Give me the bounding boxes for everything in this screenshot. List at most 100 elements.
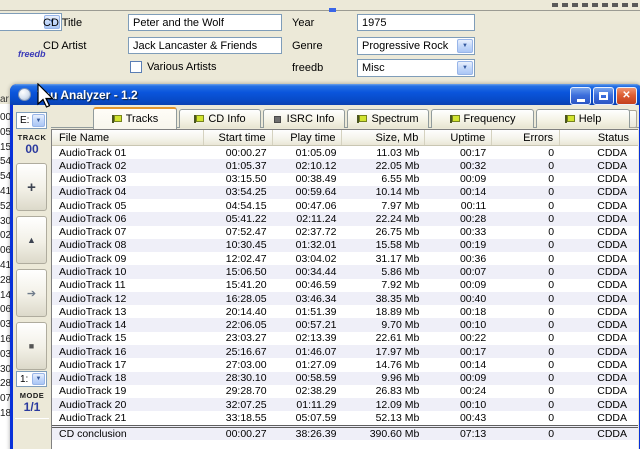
table-row[interactable]: AudioTrack 1828:30.1000:58.599.96 Mb00:0… (52, 372, 638, 385)
cd-artist-input[interactable]: Jack Lancaster & Friends (128, 37, 282, 54)
genre-select[interactable]: Progressive Rock ▼ (357, 37, 475, 55)
cell: AudioTrack 15 (52, 332, 204, 344)
cell: CDDA (560, 239, 638, 251)
summary-row[interactable]: CD conclusion00:00.2738:26.39390.60 Mb07… (52, 425, 638, 440)
tab-spectrum[interactable]: Spectrum (347, 109, 429, 128)
table-row[interactable]: AudioTrack 0201:05.3702:10.1222.05 Mb00:… (52, 159, 638, 172)
table-row[interactable]: AudioTrack 0810:30.4501:32.0115.58 Mb00:… (52, 239, 638, 252)
cell: 9.70 Mb (342, 319, 425, 331)
table-row[interactable]: AudioTrack 2032:07.2501:11.2912.09 Mb00:… (52, 398, 638, 411)
speed-select[interactable]: 1: ▼ (16, 371, 47, 387)
column-header-errors[interactable]: Errors (492, 130, 560, 145)
cell: 0 (492, 226, 560, 238)
cell: 00:36 (425, 253, 492, 265)
table-row[interactable]: AudioTrack 1523:03.2702:13.3922.61 Mb00:… (52, 332, 638, 345)
various-artists-checkbox[interactable] (130, 61, 142, 73)
cell: 0 (492, 186, 560, 198)
cell: CDDA (560, 160, 638, 172)
tab-cd-info[interactable]: CD Info (179, 109, 261, 128)
stop-button[interactable]: ■ (16, 322, 47, 370)
clipped-track-time: 14 (0, 290, 10, 301)
cell: 14.76 Mb (342, 359, 425, 371)
column-header-start-time[interactable]: Start time (204, 130, 273, 145)
close-button[interactable]: ✕ (616, 87, 637, 105)
chevron-down-icon[interactable]: ▼ (457, 61, 473, 75)
table-row[interactable]: AudioTrack 0403:54.2500:59.6410.14 Mb00:… (52, 186, 638, 199)
maximize-button[interactable] (593, 87, 614, 105)
table-row[interactable]: AudioTrack 0504:54.1500:47.067.97 Mb00:1… (52, 199, 638, 212)
cell: 0 (492, 372, 560, 384)
cell: 03:15.50 (204, 173, 273, 185)
cell: 0 (492, 253, 560, 265)
cell: 11.03 Mb (342, 147, 425, 159)
cell: 00:10 (425, 399, 492, 411)
year-input[interactable]: 1975 (357, 14, 475, 31)
tab-label: Help (579, 113, 602, 125)
titlebar[interactable]: Tau Analyzer - 1.2 ✕ (10, 84, 640, 105)
clipped-track-time: 54 (0, 156, 10, 167)
cell: CDDA (560, 279, 638, 291)
column-header-uptime[interactable]: Uptime (425, 130, 492, 145)
cell: 0 (492, 200, 560, 212)
cd-artist-label: CD Artist (43, 40, 86, 52)
eject-button[interactable]: ▲ (16, 216, 47, 264)
cell: 26.75 Mb (342, 226, 425, 238)
table-row[interactable]: AudioTrack 1115:41.2000:46.597.92 Mb00:0… (52, 279, 638, 292)
cell: 38.35 Mb (342, 293, 425, 305)
column-header-file-name[interactable]: File Name (52, 130, 204, 145)
track-number: 00 (13, 142, 51, 156)
cell: 5.86 Mb (342, 266, 425, 278)
cell: 15:41.20 (204, 279, 273, 291)
minimize-button[interactable] (570, 87, 591, 105)
tab-help[interactable]: Help (536, 109, 630, 128)
forward-button[interactable]: ➔ (16, 269, 47, 317)
tab-frequency[interactable]: Frequency (431, 109, 534, 128)
table-row[interactable]: AudioTrack 1216:28.0503:46.3438.35 Mb00:… (52, 292, 638, 305)
clipped-track-time: 41 (0, 186, 10, 197)
table-row[interactable]: AudioTrack 1929:28.7002:38.2926.83 Mb00:… (52, 385, 638, 398)
column-header-status[interactable]: Status (560, 130, 638, 145)
freedb-select[interactable]: Misc ▼ (357, 59, 475, 77)
tab-label: CD Info (208, 113, 245, 125)
cell: 22.61 Mb (342, 332, 425, 344)
cell: 9.96 Mb (342, 372, 425, 384)
cell: 02:11.24 (273, 213, 343, 225)
cell: AudioTrack 08 (52, 239, 204, 251)
table-row[interactable]: AudioTrack 0303:15.5000:38.496.55 Mb00:0… (52, 173, 638, 186)
cell: CDDA (560, 385, 638, 397)
table-row[interactable]: AudioTrack 1422:06.0500:57.219.70 Mb00:1… (52, 318, 638, 331)
table-row[interactable]: AudioTrack 1320:14.4001:51.3918.89 Mb00:… (52, 305, 638, 318)
cell: 05:41.22 (204, 213, 273, 225)
chevron-down-icon[interactable]: ▼ (32, 114, 45, 127)
tab-isrc-info[interactable]: ISRC Info (263, 109, 345, 128)
column-header-size-mb[interactable]: Size, Mb (342, 130, 425, 145)
track-caption: TRACK (13, 133, 51, 142)
chevron-down-icon[interactable]: ▼ (32, 373, 45, 385)
table-row[interactable]: AudioTrack 1015:06.5000:34.445.86 Mb00:0… (52, 265, 638, 278)
table-row[interactable]: AudioTrack 0912:02.4703:04.0231.17 Mb00:… (52, 252, 638, 265)
tab-label: ISRC Info (287, 113, 335, 125)
table-row[interactable]: AudioTrack 0707:52.4702:37.7226.75 Mb00:… (52, 226, 638, 239)
tab-tracks[interactable]: Tracks (93, 107, 177, 129)
plus-button[interactable]: + (16, 163, 47, 211)
table-row[interactable]: AudioTrack 2133:18.5505:07.5952.13 Mb00:… (52, 411, 638, 424)
cell: 22.24 Mb (342, 213, 425, 225)
mouse-cursor (36, 83, 54, 109)
cell: 00:00.27 (204, 147, 273, 159)
cell: 0 (492, 239, 560, 251)
chevron-down-icon[interactable]: ▼ (457, 39, 473, 53)
tau-analyzer-window: Tau Analyzer - 1.2 ✕ E: ▼ TRACK 00 + ▲ ➔… (10, 84, 640, 449)
table-row[interactable]: AudioTrack 0605:41.2202:11.2422.24 Mb00:… (52, 212, 638, 225)
table-row[interactable]: AudioTrack 0100:00.2701:05.0911.03 Mb00:… (52, 146, 638, 159)
freedb-logo-text: freedb (18, 49, 46, 59)
table-row[interactable]: AudioTrack 1727:03.0001:27.0914.76 Mb00:… (52, 358, 638, 371)
table-row[interactable]: AudioTrack 1625:16.6701:46.0717.97 Mb00:… (52, 345, 638, 358)
cell: 00:17 (425, 346, 492, 358)
cell: 00:14 (425, 186, 492, 198)
cell: 01:05.09 (273, 147, 343, 159)
cd-title-input[interactable]: Peter and the Wolf (128, 14, 282, 31)
drive-select[interactable]: E: ▼ (16, 112, 47, 129)
table-body: AudioTrack 0100:00.2701:05.0911.03 Mb00:… (52, 146, 638, 440)
clipped-track-time: 41 (0, 260, 10, 271)
column-header-play-time[interactable]: Play time (273, 130, 343, 145)
